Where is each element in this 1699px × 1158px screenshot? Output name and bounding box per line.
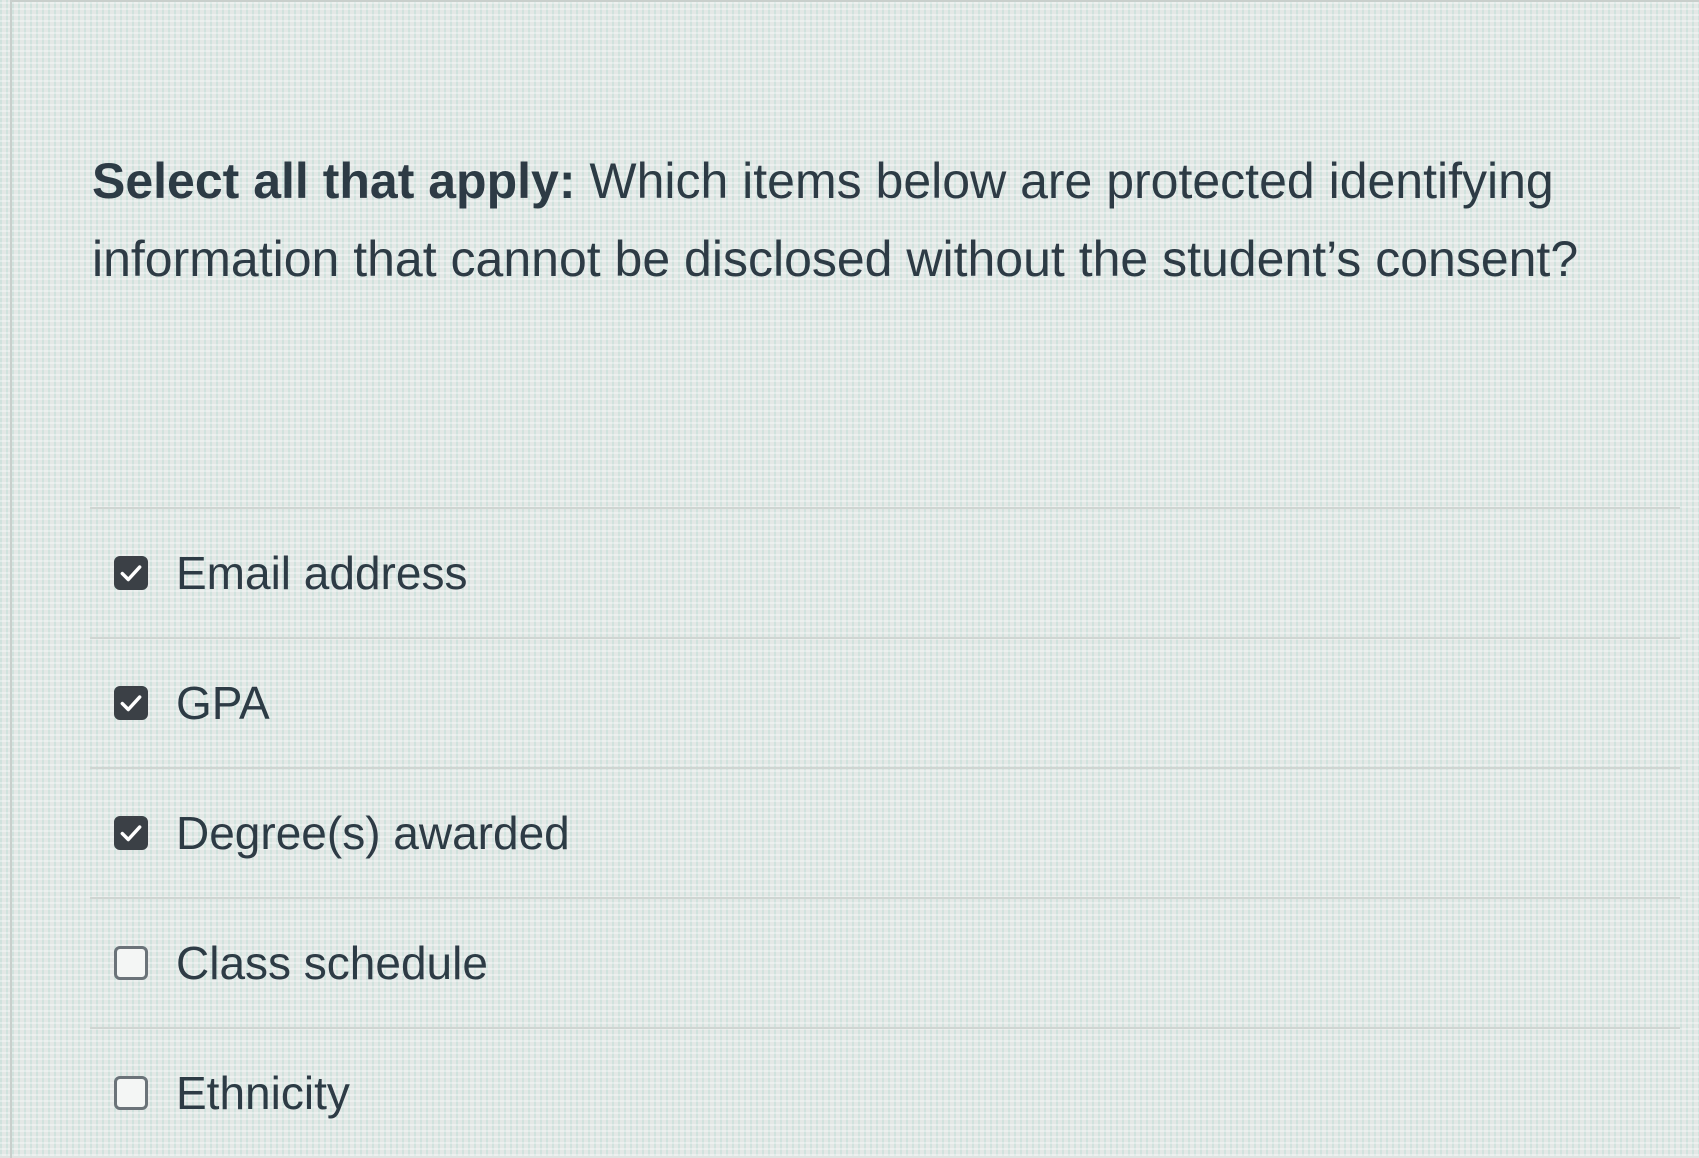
answer-option-ethnicity[interactable]: Ethnicity	[90, 1027, 1680, 1157]
answer-label-ethnicity: Ethnicity	[176, 1067, 350, 1119]
answer-option-degrees-awarded[interactable]: Degree(s) awarded	[90, 767, 1680, 897]
checkmark-icon	[120, 695, 142, 712]
checkbox-degrees-awarded[interactable]	[114, 816, 148, 850]
checkbox-email-address[interactable]	[114, 556, 148, 590]
answer-list: Email address GPA Degree(s) awarded Clas…	[90, 507, 1680, 1157]
question-text: Select all that apply: Which items below…	[92, 142, 1652, 298]
answer-option-email-address[interactable]: Email address	[90, 507, 1680, 637]
screen-background: Select all that apply: Which items below…	[0, 0, 1699, 1158]
checkmark-icon	[120, 565, 142, 582]
answer-option-gpa[interactable]: GPA	[90, 637, 1680, 767]
checkmark-icon	[120, 825, 142, 842]
answer-label-degrees-awarded: Degree(s) awarded	[176, 807, 570, 859]
checkbox-gpa[interactable]	[114, 686, 148, 720]
question-card: Select all that apply: Which items below…	[10, 0, 1699, 1158]
answer-label-class-schedule: Class schedule	[176, 937, 488, 989]
question-instruction: Select all that apply:	[92, 153, 576, 209]
checkbox-class-schedule[interactable]	[114, 946, 148, 980]
answer-label-email-address: Email address	[176, 547, 468, 599]
answer-label-gpa: GPA	[176, 677, 270, 729]
answer-option-class-schedule[interactable]: Class schedule	[90, 897, 1680, 1027]
checkbox-ethnicity[interactable]	[114, 1076, 148, 1110]
